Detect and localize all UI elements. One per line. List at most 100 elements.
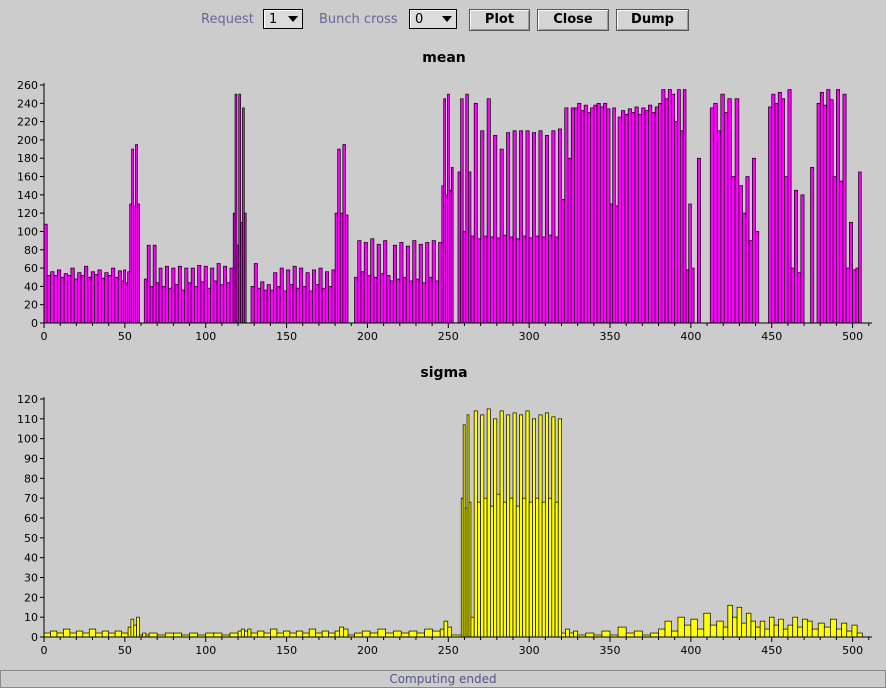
bar: [399, 242, 404, 324]
bar: [380, 273, 384, 324]
bar: [477, 238, 481, 324]
bar: [396, 278, 401, 324]
bar: [509, 497, 514, 638]
bar: [244, 630, 249, 638]
bar: [506, 132, 511, 324]
bar: [512, 130, 517, 324]
bar: [750, 620, 756, 638]
bar: [832, 176, 837, 324]
bar: [177, 265, 182, 324]
bar: [858, 171, 862, 324]
bar: [416, 632, 425, 638]
y-tick-label: 70: [24, 492, 38, 505]
bar: [506, 414, 511, 638]
bar: [732, 616, 738, 638]
bar: [237, 630, 242, 638]
bar: [738, 185, 743, 324]
bar: [489, 505, 494, 638]
x-tick-label: 100: [195, 644, 216, 657]
x-tick-label: 350: [600, 330, 621, 343]
bar: [671, 630, 679, 638]
bar: [680, 130, 684, 324]
bar: [690, 618, 698, 638]
bar: [677, 89, 681, 324]
y-tick-label: 60: [24, 512, 38, 525]
bar: [97, 269, 102, 324]
y-tick-label: 80: [24, 472, 38, 485]
bar: [450, 167, 454, 324]
bar: [400, 632, 410, 638]
bar: [682, 89, 687, 324]
x-tick-label: 250: [438, 644, 459, 657]
bar: [544, 134, 549, 324]
bar: [856, 632, 863, 638]
bar: [852, 269, 857, 324]
bar: [292, 265, 297, 324]
bar: [158, 267, 163, 324]
bar: [741, 622, 747, 638]
bar: [257, 287, 262, 324]
bar: [512, 412, 517, 638]
bar: [263, 632, 271, 638]
bar: [736, 606, 743, 638]
status-bar: Computing ended: [0, 670, 886, 688]
bar: [443, 620, 449, 638]
bar: [203, 265, 208, 324]
bar: [312, 269, 317, 324]
bar: [130, 618, 135, 638]
y-tick-label: 20: [24, 591, 38, 604]
bar: [483, 235, 488, 324]
bar: [502, 501, 507, 638]
bar: [121, 632, 129, 638]
bar: [321, 287, 326, 324]
bar: [63, 273, 68, 324]
bar: [69, 632, 77, 638]
bar: [561, 632, 566, 638]
bar: [493, 418, 498, 638]
x-tick-label: 350: [600, 644, 621, 657]
bar: [496, 237, 501, 324]
bar: [544, 412, 549, 638]
bar: [748, 240, 753, 324]
bar: [567, 157, 572, 324]
bar: [658, 628, 666, 638]
bar: [57, 269, 62, 324]
bar: [532, 418, 536, 638]
bar: [489, 236, 494, 324]
x-tick-label: 200: [357, 644, 378, 657]
bar: [792, 616, 798, 638]
bar: [339, 626, 345, 638]
bar: [797, 626, 803, 638]
bar: [787, 89, 792, 324]
bar: [276, 632, 284, 638]
bar: [633, 630, 643, 638]
bar: [486, 408, 491, 638]
chart-title: mean: [422, 50, 466, 66]
bar: [541, 236, 546, 324]
charts-area: mean020406080100120140160180200220240260…: [17, 50, 872, 657]
bar: [84, 265, 89, 324]
bar: [742, 212, 747, 324]
y-tick-label: 200: [17, 134, 38, 147]
bar: [648, 104, 653, 324]
bar: [535, 497, 540, 638]
bar: [532, 132, 536, 324]
bar: [709, 107, 715, 324]
bar: [509, 236, 514, 324]
x-tick-label: 450: [761, 330, 782, 343]
x-tick-label: 150: [276, 330, 297, 343]
bar: [554, 501, 559, 638]
bar: [299, 267, 304, 324]
bar: [583, 104, 588, 324]
bar: [554, 236, 559, 324]
bar: [412, 240, 417, 324]
bar: [519, 414, 524, 638]
bar: [727, 98, 732, 324]
bar: [273, 272, 278, 324]
bar: [617, 116, 622, 324]
bar: [136, 616, 140, 638]
bar: [247, 628, 252, 638]
y-tick-label: 10: [24, 611, 38, 624]
bar: [685, 269, 690, 324]
bar: [240, 628, 245, 638]
